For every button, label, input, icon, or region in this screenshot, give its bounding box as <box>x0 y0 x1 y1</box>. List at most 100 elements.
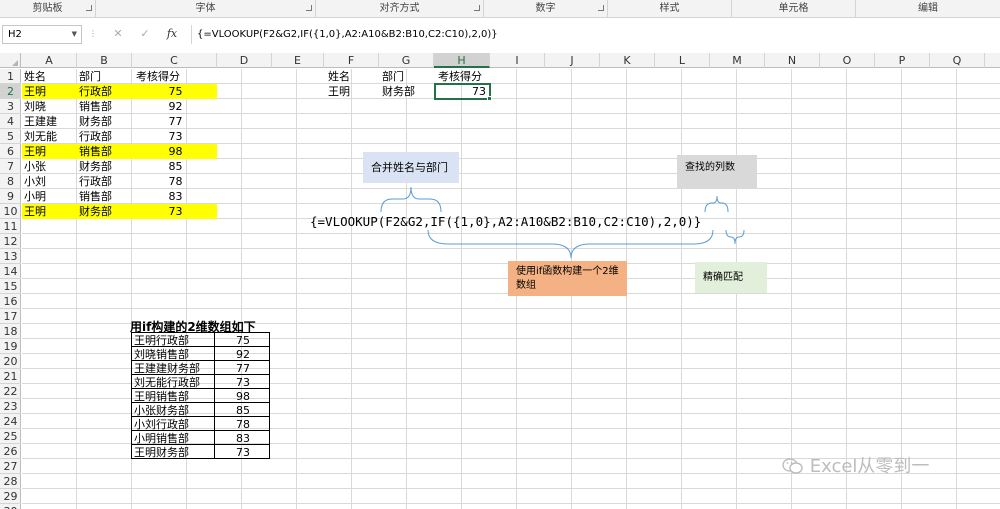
row-header[interactable]: 28 <box>0 474 21 489</box>
array-value-cell[interactable]: 83 <box>214 430 270 445</box>
row-header[interactable]: 20 <box>0 354 21 369</box>
name-cell[interactable]: 刘晓 <box>22 99 77 114</box>
row-header[interactable]: 19 <box>0 339 21 354</box>
array-value-cell[interactable]: 73 <box>214 444 270 459</box>
score-cell[interactable]: 78 <box>132 174 217 189</box>
column-header[interactable]: K <box>600 53 655 68</box>
row-header[interactable]: 25 <box>0 429 21 444</box>
dept-cell[interactable]: 行政部 <box>77 129 132 144</box>
lookup-header-score[interactable]: 考核得分 <box>434 69 494 84</box>
name-cell[interactable]: 小明 <box>22 189 77 204</box>
row-header[interactable]: 10 <box>0 204 21 219</box>
ribbon-group-clipboard[interactable]: 剪贴板 <box>0 0 96 17</box>
score-cell[interactable]: 98 <box>132 144 217 159</box>
row-header[interactable]: 29 <box>0 489 21 504</box>
array-key-cell[interactable]: 王明财务部 <box>131 444 215 459</box>
column-header[interactable]: C <box>132 53 217 68</box>
dialog-launcher-icon[interactable] <box>86 5 92 11</box>
row-header[interactable]: 27 <box>0 459 21 474</box>
column-header[interactable]: M <box>710 53 765 68</box>
row-header[interactable]: 18 <box>0 324 21 339</box>
score-cell[interactable]: 75 <box>132 84 217 99</box>
row-header[interactable]: 4 <box>0 114 21 129</box>
array-key-cell[interactable]: 刘无能行政部 <box>131 374 215 389</box>
ribbon-group-alignment[interactable]: 对齐方式 <box>316 0 484 17</box>
array-value-cell[interactable]: 85 <box>214 402 270 417</box>
row-header[interactable]: 6 <box>0 144 21 159</box>
fill-handle[interactable] <box>487 96 492 101</box>
dept-cell[interactable]: 销售部 <box>77 144 132 159</box>
row-header[interactable]: 22 <box>0 384 21 399</box>
row-header[interactable]: 16 <box>0 294 21 309</box>
row-header[interactable]: 17 <box>0 309 21 324</box>
name-cell[interactable]: 刘无能 <box>22 129 77 144</box>
dept-cell[interactable]: 财务部 <box>77 159 132 174</box>
name-cell[interactable]: 王明 <box>22 144 77 159</box>
row-header[interactable]: 5 <box>0 129 21 144</box>
lookup-header-name[interactable]: 姓名 <box>324 69 379 84</box>
array-key-cell[interactable]: 小明销售部 <box>131 430 215 445</box>
row-header[interactable]: 12 <box>0 234 21 249</box>
ribbon-group-number[interactable]: 数字 <box>484 0 608 17</box>
row-header[interactable]: 9 <box>0 189 21 204</box>
dept-cell[interactable]: 行政部 <box>77 84 132 99</box>
score-cell[interactable]: 77 <box>132 114 217 129</box>
score-cell[interactable]: 83 <box>132 189 217 204</box>
row-header[interactable]: 24 <box>0 414 21 429</box>
array-value-cell[interactable]: 78 <box>214 416 270 431</box>
dialog-launcher-icon[interactable] <box>474 5 480 11</box>
dialog-launcher-icon[interactable] <box>598 5 604 11</box>
column-header[interactable]: J <box>545 53 600 68</box>
row-header[interactable]: 3 <box>0 99 21 114</box>
header-cell-dept[interactable]: 部门 <box>77 69 132 84</box>
row-header-selected[interactable]: 2 <box>0 84 21 99</box>
column-header[interactable]: F <box>324 53 379 68</box>
active-cell-result[interactable]: 73 <box>434 83 491 100</box>
column-header[interactable]: I <box>490 53 545 68</box>
formula-input[interactable]: {=VLOOKUP(F2&G2,IF({1,0},A2:A10&B2:B10,C… <box>191 25 996 44</box>
dept-cell[interactable]: 行政部 <box>77 174 132 189</box>
select-all-button[interactable] <box>0 53 21 68</box>
array-value-cell[interactable]: 77 <box>214 360 270 375</box>
score-cell[interactable]: 73 <box>132 129 217 144</box>
insert-function-button[interactable]: fx <box>160 24 184 44</box>
column-header[interactable]: G <box>379 53 434 68</box>
header-cell-name[interactable]: 姓名 <box>22 69 77 84</box>
lookup-header-dept[interactable]: 部门 <box>379 69 434 84</box>
column-header[interactable]: D <box>217 53 272 68</box>
ribbon-group-cells[interactable]: 单元格 <box>732 0 856 17</box>
row-header[interactable]: 21 <box>0 369 21 384</box>
column-header-selected[interactable]: H <box>434 53 490 68</box>
array-key-cell[interactable]: 刘晓销售部 <box>131 346 215 361</box>
name-cell[interactable]: 王明 <box>22 204 77 219</box>
row-header[interactable]: 7 <box>0 159 21 174</box>
column-header[interactable]: E <box>272 53 324 68</box>
row-header[interactable]: 23 <box>0 399 21 414</box>
column-header[interactable]: L <box>655 53 710 68</box>
row-header[interactable]: 13 <box>0 249 21 264</box>
array-value-cell[interactable]: 98 <box>214 388 270 403</box>
array-key-cell[interactable]: 王明行政部 <box>131 332 215 347</box>
lookup-name-cell[interactable]: 王明 <box>324 84 379 99</box>
ribbon-group-font[interactable]: 字体 <box>96 0 316 17</box>
enter-icon[interactable]: ✓ <box>133 24 157 44</box>
name-cell[interactable]: 小刘 <box>22 174 77 189</box>
formula-bar-resize-handle[interactable]: ⋮ <box>88 24 98 44</box>
score-cell[interactable]: 92 <box>132 99 217 114</box>
lookup-dept-cell[interactable]: 财务部 <box>379 84 434 99</box>
array-value-cell[interactable]: 73 <box>214 374 270 389</box>
column-header[interactable]: P <box>875 53 930 68</box>
column-header[interactable]: Q <box>930 53 985 68</box>
name-cell[interactable]: 王建建 <box>22 114 77 129</box>
row-header[interactable]: 14 <box>0 264 21 279</box>
cancel-icon[interactable]: ✕ <box>106 24 130 44</box>
ribbon-group-editing[interactable]: 编辑 <box>856 0 1000 17</box>
column-header[interactable]: A <box>22 53 77 68</box>
array-key-cell[interactable]: 王建建财务部 <box>131 360 215 375</box>
score-cell[interactable]: 85 <box>132 159 217 174</box>
dept-cell[interactable]: 销售部 <box>77 99 132 114</box>
array-value-cell[interactable]: 92 <box>214 346 270 361</box>
column-header[interactable]: B <box>77 53 132 68</box>
dialog-launcher-icon[interactable] <box>306 5 312 11</box>
column-header[interactable]: O <box>820 53 875 68</box>
